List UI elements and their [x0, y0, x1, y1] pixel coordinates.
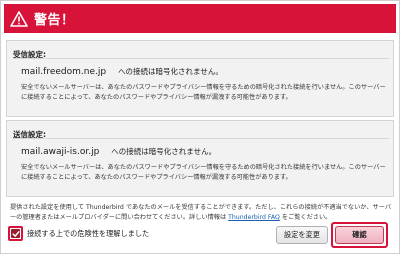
- thunderbird-faq-link[interactable]: Thunderbird FAQ: [228, 214, 280, 221]
- incoming-server-row: mail.freedom.ne.jp への接続は暗号化されません。: [21, 66, 223, 77]
- footer-info: 提供された設定を使用して Thunderbird であなたのメールを受信すること…: [10, 203, 394, 223]
- warning-icon: [4, 4, 34, 33]
- change-settings-button[interactable]: 設定を変更: [276, 226, 328, 244]
- incoming-description: 安全でないメールサーバーは、あなたのパスワードやプライバシー情報を守るための暗号…: [21, 84, 386, 101]
- acknowledge-checkbox[interactable]: [11, 229, 20, 238]
- acknowledge-label[interactable]: 接続する上での危険性を理解しました: [27, 229, 149, 239]
- outgoing-server-name: mail.awaji-is.or.jp: [21, 147, 100, 157]
- incoming-server-name: mail.freedom.ne.jp: [21, 67, 107, 77]
- incoming-server-message: への接続は暗号化されません。: [118, 67, 223, 76]
- outgoing-description: 安全でないメールサーバーは、あなたのパスワードやプライバシー情報を守るための暗号…: [21, 164, 386, 181]
- warning-banner: 警告！: [4, 4, 396, 33]
- checkmark-icon: [11, 230, 20, 237]
- outgoing-settings-panel: 送信設定: mail.awaji-is.or.jp への接続は暗号化されません。…: [6, 120, 394, 197]
- divider: [13, 138, 389, 139]
- divider: [13, 58, 389, 59]
- acknowledge-checkbox-highlight: [8, 226, 23, 241]
- outgoing-server-message: への接続は暗号化されません。: [111, 147, 217, 156]
- footer-info-text-end: をご覧ください。: [281, 214, 332, 221]
- incoming-settings-panel: 受信設定: mail.freedom.ne.jp への接続は暗号化されません。 …: [6, 40, 394, 117]
- confirm-button[interactable]: 確認: [335, 226, 384, 244]
- banner-title: 警告！: [34, 13, 75, 28]
- outgoing-server-row: mail.awaji-is.or.jp への接続は暗号化されません。: [21, 146, 216, 157]
- footer-info-text: 提供された設定を使用して Thunderbird であなたのメールを受信すること…: [10, 204, 392, 221]
